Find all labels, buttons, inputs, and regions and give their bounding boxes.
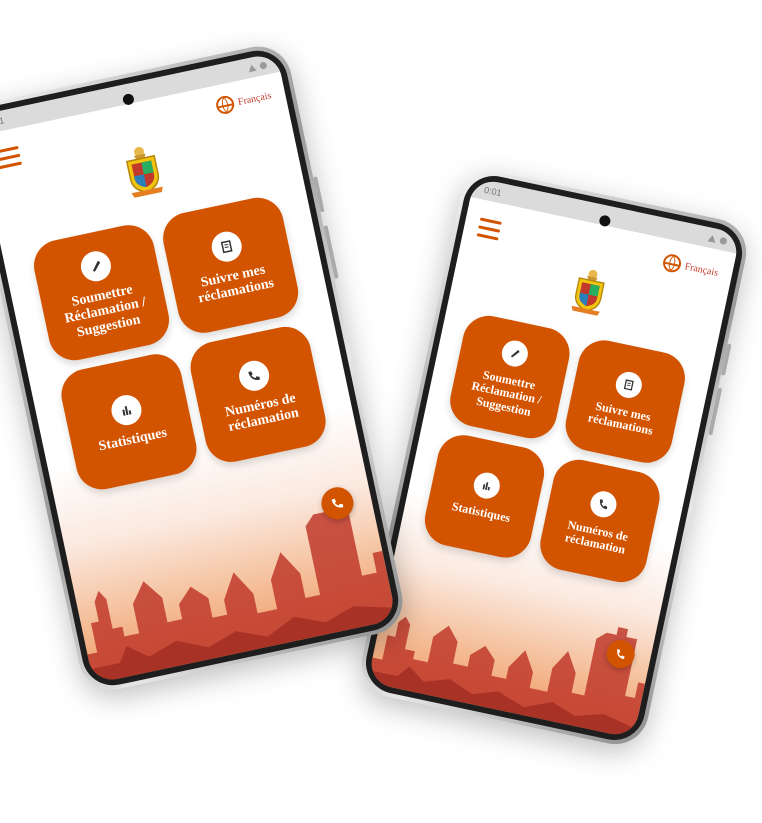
phone-mockup-back: 0:01 Français Soumettre Réclamation / Su… [355, 165, 753, 751]
tile-complaint-numbers[interactable]: Numéros de réclamation [535, 454, 665, 587]
app-screen: 0:01 Français Soumettre Réclamation / Su… [367, 177, 741, 739]
tile-submit-complaint[interactable]: Soumettre Réclamation / Suggestion [445, 311, 575, 444]
bar-chart-icon [471, 470, 503, 502]
language-label: Français [683, 260, 720, 279]
tile-submit-complaint-label: Soumettre Réclamation / Suggestion [470, 367, 543, 419]
coat-of-arms-logo [571, 269, 605, 316]
tile-grid: Soumettre Réclamation / Suggestion Suivr… [29, 192, 331, 495]
pencil-icon [499, 338, 531, 370]
battery-icon [719, 236, 728, 245]
phone-icon [588, 488, 619, 520]
battery-icon [259, 60, 268, 70]
tile-submit-complaint-label: Soumettre Réclamation / Suggestion [63, 282, 148, 341]
globe-icon [661, 252, 683, 274]
tile-statistics[interactable]: Statistiques [56, 349, 202, 495]
app-screen: 0:01 Français Soumettre Réclamation / Su… [0, 52, 397, 684]
phone-icon [617, 649, 625, 660]
menu-icon[interactable] [475, 217, 502, 245]
globe-icon [214, 94, 236, 116]
language-selector[interactable]: Français [661, 252, 720, 282]
phone-mockup-front: 0:01 Français Soumettre Réclamation / Su… [0, 40, 409, 696]
language-selector[interactable]: Français [214, 86, 273, 116]
language-label: Français [236, 89, 273, 108]
wifi-icon [247, 63, 257, 72]
phone-icon [331, 498, 344, 508]
tile-complaint-numbers[interactable]: Numéros de réclamation [185, 322, 331, 467]
document-icon [208, 228, 245, 265]
tile-statistics-label: Statistiques [97, 425, 169, 455]
tile-complaint-numbers-label: Numéros de réclamation [223, 390, 301, 436]
tile-track-complaints-label: Suivre mes réclamations [586, 398, 655, 438]
status-time: 0:01 [483, 184, 503, 199]
bar-chart-icon [108, 392, 145, 429]
tile-track-complaints-label: Suivre mes réclamations [196, 261, 276, 307]
status-time: 0:01 [0, 115, 6, 129]
tile-track-complaints[interactable]: Suivre mes réclamations [560, 335, 690, 468]
phone-icon [236, 357, 272, 394]
tile-submit-complaint[interactable]: Soumettre Réclamation / Suggestion [29, 220, 174, 366]
coat-of-arms-logo [125, 146, 163, 198]
document-icon [613, 369, 645, 401]
tile-statistics-label: Statistiques [450, 499, 512, 526]
menu-icon[interactable] [0, 145, 23, 174]
tile-statistics[interactable]: Statistiques [420, 430, 549, 563]
pencil-icon [78, 248, 114, 284]
tile-grid: Soumettre Réclamation / Suggestion Suivr… [420, 311, 690, 587]
wifi-icon [707, 233, 717, 243]
tile-complaint-numbers-label: Numéros de réclamation [563, 517, 630, 557]
tile-track-complaints[interactable]: Suivre mes réclamations [158, 192, 303, 338]
